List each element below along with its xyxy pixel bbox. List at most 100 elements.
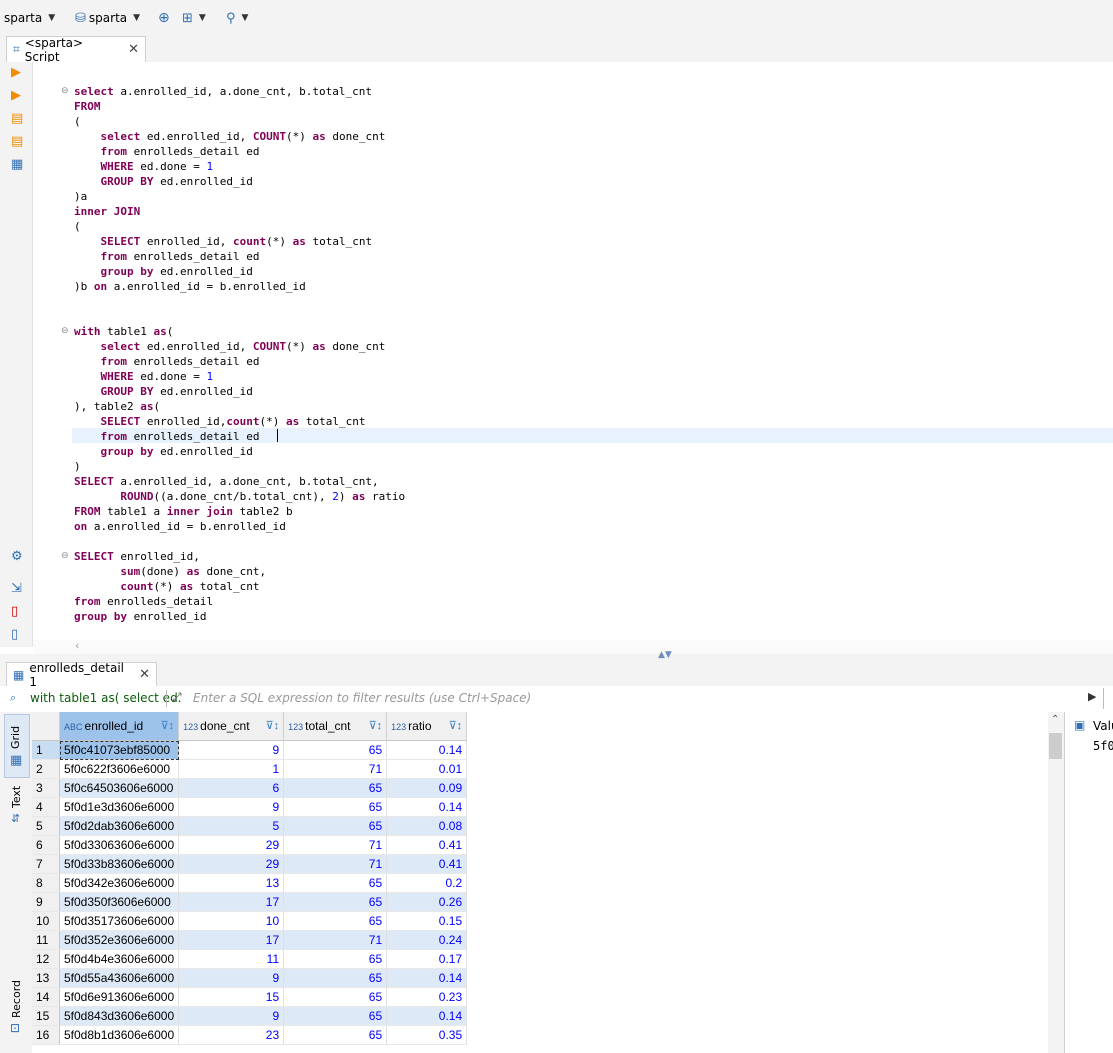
text-view-tab[interactable]: Text ⇵ bbox=[4, 782, 28, 842]
enrolled-id-cell[interactable]: 5f0d2dab3606e6000 bbox=[59, 816, 180, 836]
fold-toggle-icon[interactable]: ⊖ bbox=[61, 549, 69, 564]
grid-view-tab[interactable]: Grid ▦ bbox=[4, 714, 30, 778]
done-cnt-cell[interactable]: 9 bbox=[178, 740, 285, 760]
done-cnt-cell[interactable]: 10 bbox=[178, 911, 285, 931]
code-line[interactable]: FROM table1 a inner join table2 b bbox=[74, 504, 293, 519]
done-cnt-cell[interactable]: 6 bbox=[178, 778, 285, 798]
connection-selector[interactable]: sparta ▼ bbox=[4, 9, 55, 27]
total-cnt-cell[interactable]: 65 bbox=[283, 873, 388, 893]
code-line[interactable]: on a.enrolled_id = b.enrolled_id bbox=[74, 519, 286, 534]
code-line[interactable]: from enrolleds_detail ed bbox=[74, 144, 260, 159]
total-cnt-cell[interactable]: 65 bbox=[283, 816, 388, 836]
code-line[interactable]: ) bbox=[74, 459, 81, 474]
enrolled-id-cell[interactable]: 5f0d342e3606e6000 bbox=[59, 873, 180, 893]
filter-sort-icon[interactable]: ⊽↕ bbox=[161, 719, 175, 732]
done-cnt-cell[interactable]: 15 bbox=[178, 987, 285, 1007]
scroll-thumb[interactable] bbox=[1049, 733, 1062, 759]
ratio-cell[interactable]: 0.41 bbox=[386, 854, 468, 874]
done-cnt-cell[interactable]: 17 bbox=[178, 930, 285, 950]
active-query-label[interactable]: with table1 as( select ed. bbox=[30, 691, 182, 705]
enrolled-id-cell[interactable]: 5f0d352e3606e6000 bbox=[59, 930, 180, 950]
code-line[interactable]: ( bbox=[74, 219, 81, 234]
done-cnt-cell[interactable]: 11 bbox=[178, 949, 285, 969]
code-line[interactable]: group by ed.enrolled_id bbox=[74, 444, 253, 459]
apply-filter-icon[interactable]: ▶ bbox=[1088, 690, 1096, 703]
database-selector[interactable]: ⛁ sparta ▼ bbox=[75, 9, 140, 27]
total-cnt-cell[interactable]: 65 bbox=[283, 778, 388, 798]
done-cnt-cell[interactable]: 9 bbox=[178, 797, 285, 817]
code-line[interactable]: SELECT enrolled_id,count(*) as total_cnt bbox=[74, 414, 366, 429]
table-row[interactable]: 15 5f0d843d3606e6000 9 65 0.14 bbox=[32, 1006, 468, 1026]
table-row[interactable]: 11 5f0d352e3606e6000 17 71 0.24 bbox=[32, 930, 468, 950]
tab-enrolleds-detail[interactable]: ▦ enrolleds_detail 1 ✕ bbox=[6, 661, 157, 689]
code-line[interactable]: from enrolleds_detail ed bbox=[74, 249, 260, 264]
total-cnt-cell[interactable]: 65 bbox=[283, 1025, 388, 1045]
code-line[interactable]: from enrolleds_detail ed bbox=[74, 429, 266, 444]
enrolled-id-cell[interactable]: 5f0d1e3d3606e6000 bbox=[59, 797, 180, 817]
enrolled-id-cell[interactable]: 5f0d8b1d3606e6000 bbox=[59, 1025, 180, 1045]
scroll-left-icon[interactable]: ‹ bbox=[75, 639, 79, 652]
total-cnt-cell[interactable]: 65 bbox=[283, 740, 388, 760]
table-row[interactable]: 3 5f0c64503606e6000 6 65 0.09 bbox=[32, 778, 468, 798]
ratio-cell[interactable]: 0.01 bbox=[386, 759, 468, 779]
done-cnt-cell[interactable]: 29 bbox=[178, 835, 285, 855]
table-row[interactable]: 5 5f0d2dab3606e6000 5 65 0.08 bbox=[32, 816, 468, 836]
total-cnt-cell[interactable]: 65 bbox=[283, 797, 388, 817]
total-cnt-cell[interactable]: 65 bbox=[283, 968, 388, 988]
enrolled-id-cell[interactable]: 5f0d35173606e6000 bbox=[59, 911, 180, 931]
total-cnt-cell[interactable]: 71 bbox=[283, 854, 388, 874]
code-line[interactable]: GROUP BY ed.enrolled_id bbox=[74, 384, 253, 399]
code-line[interactable]: from enrolleds_detail bbox=[74, 594, 213, 609]
done-cnt-cell[interactable]: 1 bbox=[178, 759, 285, 779]
code-line[interactable]: GROUP BY ed.enrolled_id bbox=[74, 174, 253, 189]
column-header-ratio[interactable]: 123 ratio ⊽↕ bbox=[386, 712, 468, 741]
enrolled-id-cell[interactable]: 5f0c41073ebf85000 bbox=[59, 740, 180, 760]
ratio-cell[interactable]: 0.24 bbox=[386, 930, 468, 950]
filter-sort-icon[interactable]: ⊽↕ bbox=[449, 719, 463, 732]
enrolled-id-cell[interactable]: 5f0d4b4e3606e6000 bbox=[59, 949, 180, 969]
table-row[interactable]: 12 5f0d4b4e3606e6000 11 65 0.17 bbox=[32, 949, 468, 969]
editor-horizontal-scrollbar[interactable]: ‹ bbox=[33, 639, 1113, 654]
commit-mode-button[interactable]: ⊞ ▼ bbox=[182, 9, 206, 27]
grid-vertical-scrollbar[interactable]: ⌃ bbox=[1048, 712, 1064, 1053]
panel-splitter[interactable]: ▲▼ bbox=[0, 650, 1113, 662]
done-cnt-cell[interactable]: 13 bbox=[178, 873, 285, 893]
ratio-cell[interactable]: 0.14 bbox=[386, 740, 468, 760]
done-cnt-cell[interactable]: 29 bbox=[178, 854, 285, 874]
table-row[interactable]: 1 5f0c41073ebf85000 9 65 0.14 bbox=[32, 740, 468, 760]
code-line[interactable]: group by ed.enrolled_id bbox=[74, 264, 253, 279]
column-header-enrolled-id[interactable]: ABC enrolled_id ⊽↕ bbox=[59, 712, 180, 741]
code-line[interactable]: select ed.enrolled_id, COUNT(*) as done_… bbox=[74, 339, 386, 354]
done-cnt-cell[interactable]: 5 bbox=[178, 816, 285, 836]
close-icon[interactable]: ✕ bbox=[128, 42, 139, 57]
code-line[interactable]: WHERE ed.done = 1 bbox=[74, 159, 214, 174]
done-cnt-cell[interactable]: 17 bbox=[178, 892, 285, 912]
code-line[interactable]: ( bbox=[74, 114, 81, 129]
code-line[interactable]: SELECT a.enrolled_id, a.done_cnt, b.tota… bbox=[74, 474, 379, 489]
filter-sort-icon[interactable]: ⊽↕ bbox=[266, 719, 280, 732]
ratio-cell[interactable]: 0.23 bbox=[386, 987, 468, 1007]
table-row[interactable]: 2 5f0c622f3606e6000 1 71 0.01 bbox=[32, 759, 468, 779]
file-icon[interactable]: ▯ bbox=[11, 628, 18, 642]
code-line[interactable]: ), table2 as( bbox=[74, 399, 160, 414]
enrolled-id-cell[interactable]: 5f0d55a43606e6000 bbox=[59, 968, 180, 988]
tab-sparta-script[interactable]: ⌗ <sparta> Script ✕ bbox=[6, 36, 146, 64]
ratio-cell[interactable]: 0.14 bbox=[386, 797, 468, 817]
table-row[interactable]: 8 5f0d342e3606e6000 13 65 0.2 bbox=[32, 873, 468, 893]
value-panel-content[interactable]: 5f0 bbox=[1093, 739, 1113, 753]
table-row[interactable]: 4 5f0d1e3d3606e6000 9 65 0.14 bbox=[32, 797, 468, 817]
total-cnt-cell[interactable]: 65 bbox=[283, 911, 388, 931]
table-row[interactable]: 16 5f0d8b1d3606e6000 23 65 0.35 bbox=[32, 1025, 468, 1045]
code-line[interactable]: SELECT enrolled_id, bbox=[74, 549, 200, 564]
filter-input[interactable]: Enter a SQL expression to filter results… bbox=[193, 691, 531, 705]
column-header-total-cnt[interactable]: 123 total_cnt ⊽↕ bbox=[283, 712, 388, 741]
total-cnt-cell[interactable]: 71 bbox=[283, 835, 388, 855]
search-button[interactable]: ⚲ ▼ bbox=[226, 9, 248, 27]
scroll-up-icon[interactable]: ⌃ bbox=[1051, 714, 1059, 725]
code-line[interactable]: group by enrolled_id bbox=[74, 609, 206, 624]
done-cnt-cell[interactable]: 9 bbox=[178, 1006, 285, 1026]
total-cnt-cell[interactable]: 65 bbox=[283, 987, 388, 1007]
execute-script-new-tab-icon[interactable]: ▤ bbox=[11, 135, 23, 149]
ratio-cell[interactable]: 0.26 bbox=[386, 892, 468, 912]
export-icon[interactable]: ⇲ bbox=[11, 582, 22, 596]
